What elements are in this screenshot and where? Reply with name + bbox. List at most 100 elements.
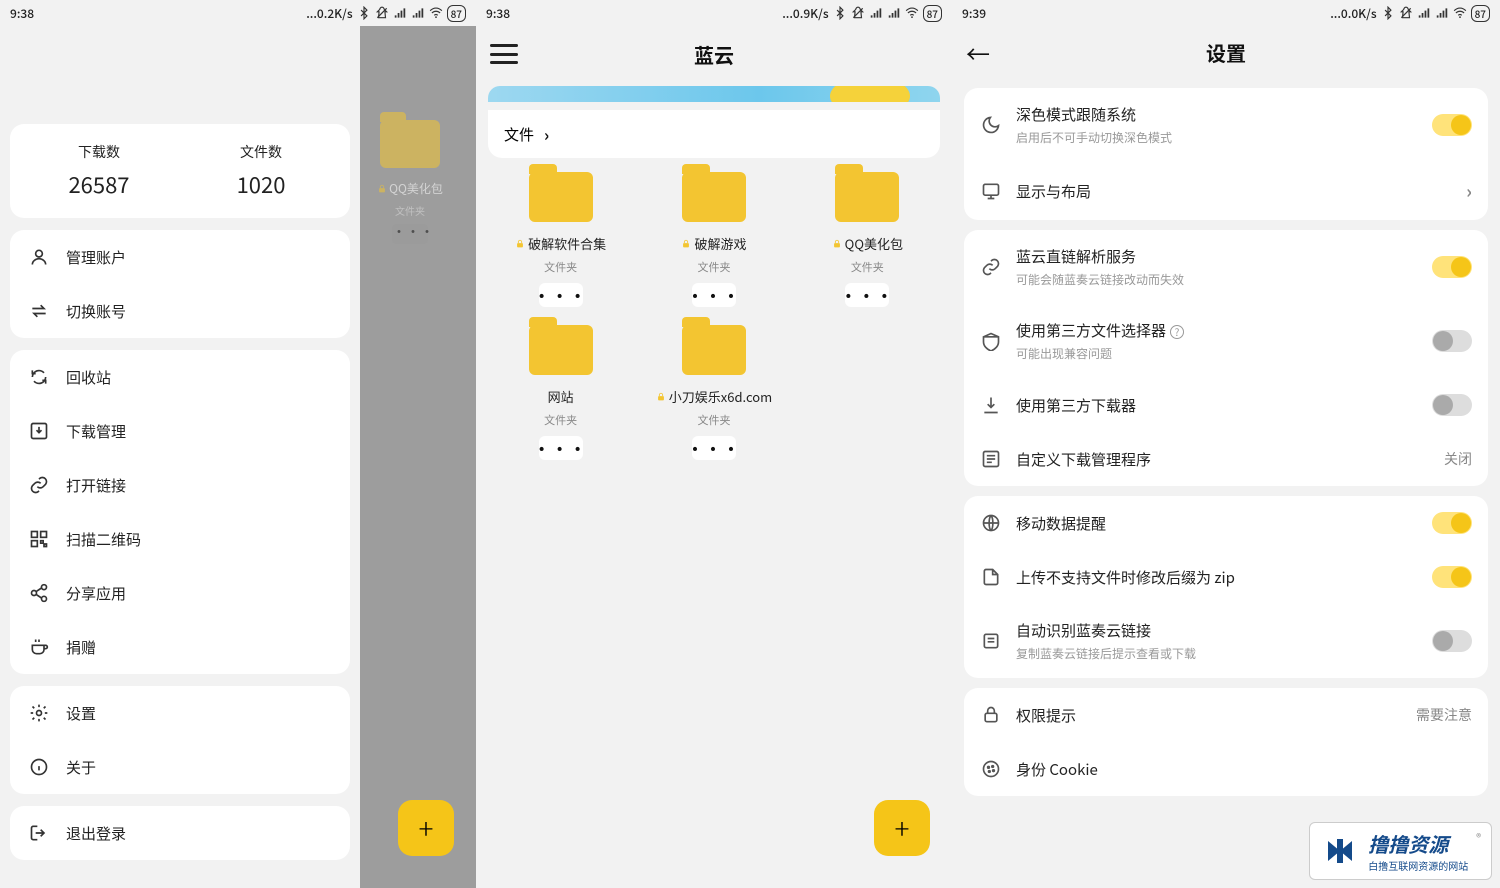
setting-value: 关闭 [1444,449,1472,469]
direct-link-parse[interactable]: 蓝云直链解析服务可能会随蓝奏云链接改动而失效 [964,230,1488,304]
share-app[interactable]: 分享应用 [10,566,350,620]
toggle-switch[interactable] [1432,114,1472,136]
third-party-downloader[interactable]: 使用第三方下载器 [964,378,1488,432]
third-party-picker[interactable]: 使用第三方文件选择器? 可能出现兼容问题 [964,304,1488,378]
logout-icon [28,822,50,844]
folder-icon [835,172,899,222]
setting-icon [980,704,1002,726]
setting-icon [980,180,1002,202]
folder-item[interactable]: QQ美化包文件夹••• [795,172,940,307]
setting-icon [980,256,1002,278]
rename-zip[interactable]: 上传不支持文件时修改后缀为 zip [964,550,1488,604]
setting-icon [980,630,1002,652]
drawer-item-label: 打开链接 [66,475,126,496]
setting-title: 自动识别蓝奏云链接 [1016,620,1418,641]
gear-icon [28,702,50,724]
settings[interactable]: 设置 [10,686,350,740]
open-link[interactable]: 打开链接 [10,458,350,512]
lock-icon [832,239,842,249]
dark-follow-system[interactable]: 深色模式跟随系统启用后不可手动切换深色模式 [964,88,1488,162]
display-layout[interactable]: 显示与布局› [964,162,1488,220]
setting-value: 需要注意 [1416,705,1472,725]
bluetooth-icon [1381,6,1395,20]
drawer-item-label: 分享应用 [66,583,126,604]
about[interactable]: 关于 [10,740,350,794]
info-icon [28,756,50,778]
status-time: 9:38 [486,5,510,22]
setting-title: 使用第三方文件选择器? [1016,320,1418,341]
toggle-switch[interactable] [1432,394,1472,416]
app-title: 蓝云 [518,40,910,69]
mobile-data-warn[interactable]: 移动数据提醒 [964,496,1488,550]
swap-icon [28,300,50,322]
coffee-icon [28,636,50,658]
breadcrumb[interactable]: 文件› [488,110,940,158]
folder-icon [682,325,746,375]
qr-icon [28,528,50,550]
folder-item[interactable]: 网站文件夹••• [488,325,633,460]
fab-add-button[interactable]: + [874,800,930,856]
setting-icon [980,394,1002,416]
download-box-icon [28,420,50,442]
status-bar: 9:39 ...0.0K/s 87 [952,0,1500,26]
manage-account[interactable]: 管理账户 [10,230,350,284]
folder-type: 文件夹 [488,259,633,275]
signal-icon [1417,6,1431,20]
folder-more-button[interactable]: ••• [692,283,736,307]
folder-label: 小刀娱乐x6d.com [641,387,786,406]
status-net: ...0.9K/s [782,5,828,22]
identity-cookie[interactable]: 身份 Cookie [964,742,1488,796]
folder-more-button[interactable]: ••• [539,283,583,307]
download-manager[interactable]: 下载管理 [10,404,350,458]
downloads-value: 26587 [18,168,180,200]
toggle-switch[interactable] [1432,512,1472,534]
files-value: 1020 [180,168,342,200]
user-icon [28,246,50,268]
mute-icon [375,6,389,20]
fab-add-button[interactable]: + [398,800,454,856]
page-title: 设置 [990,38,1462,67]
scan-qr[interactable]: 扫描二维码 [10,512,350,566]
setting-title: 权限提示 [1016,705,1402,726]
custom-download-manager[interactable]: 自定义下载管理程序关闭 [964,432,1488,486]
signal-icon [869,6,883,20]
setting-title: 移动数据提醒 [1016,513,1418,534]
menu-button[interactable] [490,44,518,64]
folder-more-button[interactable]: ••• [692,436,736,460]
recycle-bin[interactable]: 回收站 [10,350,350,404]
help-icon: ? [1170,325,1184,339]
folder-more-button[interactable]: ••• [539,436,583,460]
bluetooth-icon [357,6,371,20]
auto-detect-link[interactable]: 自动识别蓝奏云链接复制蓝奏云链接后提示查看或下载 [964,604,1488,678]
bluetooth-icon [833,6,847,20]
toggle-switch[interactable] [1432,330,1472,352]
back-button[interactable]: ← [966,35,990,70]
lock-icon [681,239,691,249]
switch-account[interactable]: 切换账号 [10,284,350,338]
setting-desc: 可能出现兼容问题 [1016,345,1418,362]
setting-desc: 复制蓝奏云链接后提示查看或下载 [1016,645,1418,662]
toggle-switch[interactable] [1432,256,1472,278]
folder-item[interactable]: 小刀娱乐x6d.com 文件夹 ••• [641,325,786,460]
drawer-item-label: 关于 [66,757,96,778]
permission-hint[interactable]: 权限提示需要注意 [964,688,1488,742]
donate[interactable]: 捐赠 [10,620,350,674]
watermark-subtitle: 白撸互联网资源的网站 [1368,858,1468,873]
link-icon [28,474,50,496]
folder-item[interactable]: 破解软件合集文件夹••• [488,172,633,307]
battery-icon: 87 [447,5,466,22]
downloads-label: 下载数 [18,142,180,162]
setting-desc: 启用后不可手动切换深色模式 [1016,129,1418,146]
lock-icon [656,392,666,402]
folder-item[interactable]: 破解游戏文件夹••• [641,172,786,307]
toggle-switch[interactable] [1432,566,1472,588]
folder-type: 文件夹 [641,412,786,428]
logout[interactable]: 退出登录 [10,806,350,860]
status-time: 9:39 [962,5,986,22]
banner[interactable] [488,86,940,102]
folder-more-button[interactable]: ••• [845,283,889,307]
toggle-switch[interactable] [1432,630,1472,652]
share-icon [28,582,50,604]
mute-icon [1399,6,1413,20]
drawer-item-label: 扫描二维码 [66,529,141,550]
